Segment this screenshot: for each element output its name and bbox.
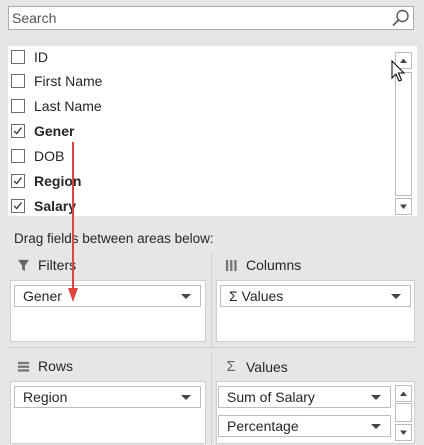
rows-field-region[interactable]: Region bbox=[14, 386, 201, 408]
dropdown-arrow-icon[interactable] bbox=[371, 424, 381, 429]
rows-icon bbox=[14, 360, 32, 373]
field-label: DOB bbox=[34, 148, 65, 164]
search-icon[interactable] bbox=[391, 9, 411, 27]
area-divider-horizontal bbox=[8, 347, 414, 348]
pill-label: Percentage bbox=[227, 418, 299, 434]
field-item-dob[interactable]: DOB bbox=[11, 145, 64, 167]
scroll-thumb[interactable] bbox=[395, 403, 412, 422]
checkmark-icon bbox=[13, 127, 22, 135]
mouse-cursor-icon bbox=[391, 60, 406, 82]
search-box[interactable] bbox=[8, 6, 414, 30]
values-title: Values bbox=[246, 358, 288, 375]
dropdown-arrow-icon[interactable] bbox=[391, 294, 401, 299]
field-item-gener[interactable]: Gener bbox=[11, 120, 74, 142]
filters-drop-area[interactable]: Gener bbox=[10, 280, 206, 342]
checkmark-icon bbox=[13, 202, 22, 210]
values-drop-area[interactable]: Sum of Salary Percentage bbox=[216, 381, 415, 444]
columns-field-values[interactable]: Σ Values bbox=[220, 285, 411, 307]
area-divider-vertical bbox=[211, 352, 212, 444]
checkmark-icon bbox=[13, 177, 22, 185]
columns-title: Columns bbox=[246, 257, 302, 273]
filters-field-gener[interactable]: Gener bbox=[14, 285, 201, 307]
rows-title: Rows bbox=[38, 358, 74, 374]
scroll-thumb[interactable] bbox=[395, 72, 412, 196]
dropdown-arrow-icon[interactable] bbox=[371, 395, 381, 400]
columns-drop-area[interactable]: Σ Values bbox=[216, 280, 415, 342]
drag-instruction: Drag fields between areas below: bbox=[14, 231, 214, 246]
checkbox[interactable] bbox=[11, 74, 25, 88]
scroll-down-button[interactable] bbox=[395, 198, 412, 215]
field-label: Gener bbox=[34, 123, 75, 139]
pill-label: Sum of Salary bbox=[227, 389, 315, 405]
search-input[interactable] bbox=[9, 7, 392, 29]
pill-label: Region bbox=[23, 389, 68, 405]
annotation-arrow-icon bbox=[68, 142, 78, 302]
field-item-last-name[interactable]: Last Name bbox=[11, 95, 102, 117]
values-field-sum-of-salary[interactable]: Sum of Salary bbox=[218, 386, 391, 408]
sigma-icon: Σ bbox=[226, 358, 236, 375]
pill-label: Σ Values bbox=[229, 288, 284, 304]
field-label: First Name bbox=[34, 73, 103, 89]
scroll-up-button[interactable] bbox=[395, 385, 412, 402]
filter-icon bbox=[14, 259, 32, 272]
dropdown-arrow-icon[interactable] bbox=[181, 294, 191, 299]
checkbox-checked[interactable] bbox=[11, 124, 25, 138]
checkbox-checked[interactable] bbox=[11, 174, 25, 188]
dropdown-arrow-icon[interactable] bbox=[181, 395, 191, 400]
checkbox[interactable] bbox=[11, 99, 25, 113]
rows-header: Rows bbox=[14, 358, 73, 374]
pill-label: Gener bbox=[23, 288, 62, 304]
field-label: Last Name bbox=[34, 98, 102, 114]
values-scrollbar[interactable] bbox=[395, 383, 413, 443]
field-item-id[interactable]: ID bbox=[11, 46, 48, 68]
rows-drop-area[interactable]: Region bbox=[10, 381, 206, 444]
field-item-first-name[interactable]: First Name bbox=[11, 70, 102, 92]
values-header: Σ Values bbox=[222, 358, 288, 375]
checkbox[interactable] bbox=[11, 50, 25, 64]
chevron-down-icon bbox=[400, 430, 407, 435]
scroll-down-button[interactable] bbox=[395, 424, 412, 441]
chevron-up-icon bbox=[400, 391, 407, 396]
checkbox[interactable] bbox=[11, 149, 25, 163]
field-label: ID bbox=[34, 49, 48, 65]
columns-icon bbox=[222, 259, 240, 272]
chevron-down-icon bbox=[400, 204, 407, 209]
checkbox-checked[interactable] bbox=[11, 199, 25, 213]
area-divider-vertical bbox=[211, 253, 212, 348]
values-field-percentage[interactable]: Percentage bbox=[218, 415, 391, 437]
columns-header: Columns bbox=[222, 257, 301, 273]
